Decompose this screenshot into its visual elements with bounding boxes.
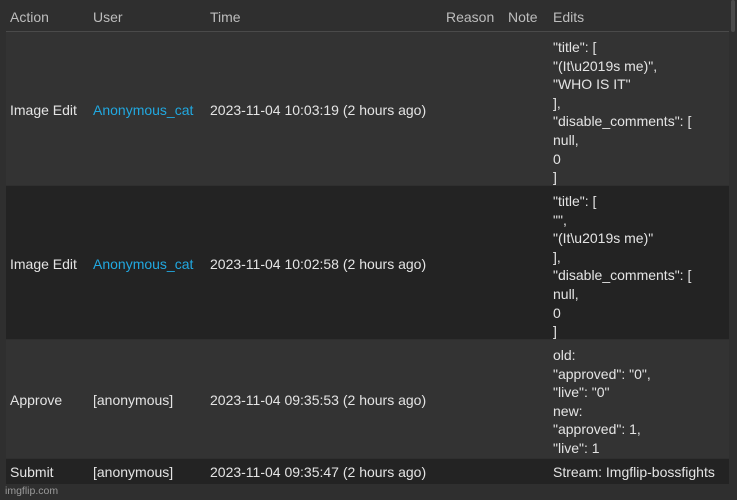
user-cell: [anonymous] (93, 464, 174, 480)
table-row: Submit [anonymous] 2023-11-04 09:35:47 (… (6, 459, 729, 484)
user-link[interactable]: Anonymous_cat (93, 102, 193, 118)
user-cell: [anonymous] (93, 392, 174, 408)
header-action: Action (10, 9, 49, 25)
table-header: Action User Time Reason Note Edits (6, 0, 729, 32)
mod-log-table: Action User Time Reason Note Edits Image… (0, 0, 737, 500)
scrollbar[interactable] (731, 0, 735, 32)
header-user: User (93, 9, 123, 25)
header-reason: Reason (446, 9, 495, 25)
action-cell: Submit (10, 464, 54, 480)
header-time: Time (210, 9, 241, 25)
header-edits: Edits (553, 9, 585, 25)
table-row: Approve [anonymous] 2023-11-04 09:35:53 … (6, 340, 729, 458)
edits-cell: Stream: Imgflip-bossfights (553, 464, 715, 480)
action-cell: Approve (10, 392, 63, 408)
watermark: imgflip.com (5, 485, 59, 497)
action-cell: Image Edit (10, 102, 77, 118)
time-cell: 2023-11-04 09:35:47 (2 hours ago) (210, 464, 427, 480)
edits-cell: old: "approved": "0", "live": "0" new: "… (553, 347, 651, 456)
user-link[interactable]: Anonymous_cat (93, 256, 193, 272)
edits-cell: "title": [ "", "(It\u2019s me)" ], "disa… (553, 193, 692, 340)
time-cell: 2023-11-04 10:03:19 (2 hours ago) (210, 102, 427, 118)
time-cell: 2023-11-04 09:35:53 (2 hours ago) (210, 392, 427, 408)
table-row: Image Edit Anonymous_cat 2023-11-04 10:0… (6, 186, 729, 339)
edits-cell: "title": [ "(It\u2019s me)", "WHO IS IT"… (553, 39, 692, 186)
header-note: Note (508, 9, 538, 25)
action-cell: Image Edit (10, 256, 77, 272)
table-row: Image Edit Anonymous_cat 2023-11-04 10:0… (6, 32, 729, 185)
time-cell: 2023-11-04 10:02:58 (2 hours ago) (210, 256, 427, 272)
